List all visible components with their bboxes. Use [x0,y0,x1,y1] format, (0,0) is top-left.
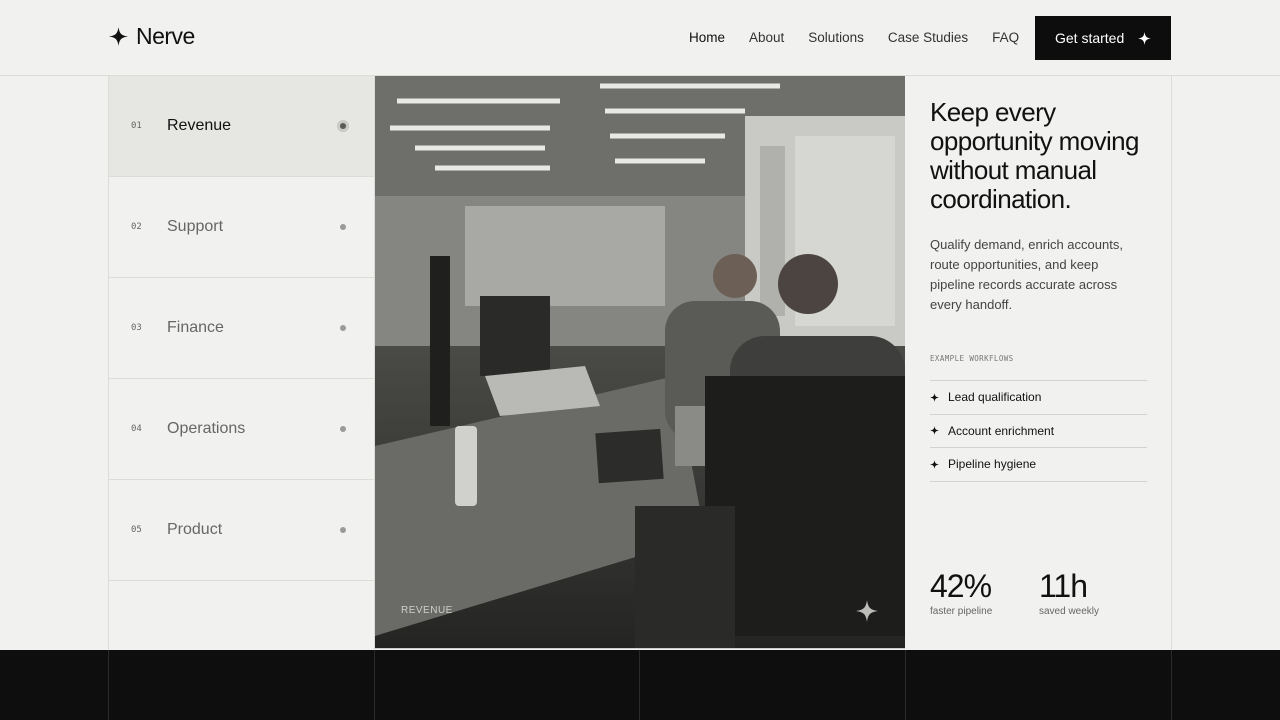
stat-saved-weekly: 11h saved weekly [1039,568,1099,617]
list-item: Lead qualification [930,381,1147,415]
sparkle-icon [930,392,939,402]
stat-label: saved weekly [1039,606,1100,617]
sparkle-icon [930,426,939,436]
sparkle-icon [930,459,939,469]
nav-about[interactable]: About [749,28,784,48]
grid-divider [905,650,906,720]
grid-divider [108,650,109,720]
sidebar-item-label: Finance [167,319,224,336]
sidebar-item-operations[interactable]: 04 Operations [109,379,374,480]
sidebar-item-label: Support [167,218,224,235]
list-item: Account enrichment [930,415,1147,448]
stat-value: 42% [930,568,992,604]
sidebar-item-label: Product [167,521,223,538]
active-indicator-icon [337,120,349,132]
sparkle-icon [856,600,878,622]
footer-band [0,650,1280,720]
panel-description: Qualify demand, enrich accounts, route o… [930,237,1123,312]
sidebar-item-number: 02 [131,222,142,232]
workflow-label: Account enrichment [948,423,1055,438]
office-scene-image [375,76,905,648]
sidebar-item-product[interactable]: 05 Product [109,480,374,581]
brand-logo[interactable]: Nerve [109,23,195,50]
workflows-title: EXAMPLE WORKFLOWS [930,354,1014,363]
sidebar-item-label: Operations [167,420,246,437]
main-nav: Home About Solutions Case Studies FAQ [689,28,1043,48]
workflow-label: Lead qualification [948,390,1042,405]
sparkle-icon [1138,31,1151,45]
grid-divider [1171,650,1172,720]
panel-heading: Keep every opportunity moving without ma… [930,97,1139,214]
stat-label: faster pipeline [930,606,993,617]
dot-icon [340,224,346,230]
sidebar-item-revenue[interactable]: 01 Revenue [109,76,374,177]
nav-faq[interactable]: FAQ [992,28,1019,48]
solution-detail-panel: Keep every opportunity moving without ma… [905,76,1172,650]
site-header: Nerve Home About Solutions Case Studies … [0,0,1280,76]
photo-caption: Revenue [401,605,453,616]
office-photo: Revenue [375,76,905,649]
solutions-sidebar: 01 Revenue 02 Support 03 Finance 04 Oper… [108,76,375,650]
sidebar-item-support[interactable]: 02 Support [109,177,374,278]
workflow-list: Lead qualification Account enrichment Pi… [930,380,1147,482]
sparkle-icon [109,27,128,46]
nav-solutions[interactable]: Solutions [808,28,864,48]
brand-name: Nerve [136,23,195,49]
grid-divider [639,650,640,720]
sidebar-item-number: 03 [131,323,142,333]
sidebar-item-finance[interactable]: 03 Finance [109,278,374,379]
grid-divider [374,650,375,720]
get-started-label: Get started [1055,30,1125,46]
workflow-label: Pipeline hygiene [948,457,1037,472]
dot-icon [340,527,346,533]
sidebar-item-number: 05 [131,525,142,535]
stat-value: 11h [1039,568,1088,604]
dot-icon [340,426,346,432]
sidebar-item-number: 01 [131,121,142,131]
list-item: Pipeline hygiene [930,448,1147,482]
sidebar-item-label: Revenue [167,117,232,134]
sidebar-item-number: 04 [131,424,142,434]
stat-faster-pipeline: 42% faster pipeline [930,568,992,617]
nav-home[interactable]: Home [689,28,725,48]
dot-icon [340,325,346,331]
nav-case-studies[interactable]: Case Studies [888,28,968,48]
get-started-button[interactable]: Get started [1035,16,1171,60]
